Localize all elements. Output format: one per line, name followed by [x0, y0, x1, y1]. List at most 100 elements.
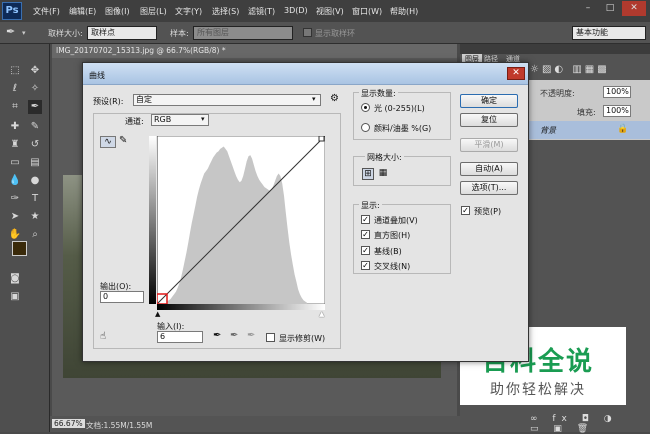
quick-mask-icon[interactable]: ◙ [8, 272, 22, 286]
magic-wand-icon[interactable]: ✧ [28, 82, 42, 96]
adjustment-icons[interactable]: ☼▨◐ ▥▦▩ [530, 64, 650, 80]
zoom-tool-icon[interactable]: ⌕ [28, 228, 42, 242]
close-dialog-button[interactable]: ✕ [507, 67, 525, 80]
dodge-tool-icon[interactable]: ● [28, 174, 42, 188]
intersection-checkbox[interactable]: ✓ [361, 261, 370, 270]
baseline-checkbox[interactable]: ✓ [361, 246, 370, 255]
menu-layer[interactable]: 图层(L) [140, 6, 167, 17]
marquee-tool-icon[interactable]: ⬚ [8, 64, 22, 78]
white-eyedropper-icon[interactable]: ✒ [247, 330, 255, 341]
minimize-button[interactable]: – [578, 1, 598, 16]
channel-overlay-label: 通道叠加(V) [374, 216, 418, 225]
document-info: 文档:1.55M/1.55M [86, 421, 153, 430]
brush-tool-icon[interactable]: ✎ [28, 120, 42, 134]
grid-simple-icon[interactable]: ⊞ [362, 168, 374, 180]
preview-label: 预览(P) [474, 207, 502, 216]
preview-checkbox[interactable]: ✓ [461, 206, 470, 215]
target-adjust-icon[interactable]: ☝ [100, 331, 106, 342]
type-tool-icon[interactable]: T [28, 192, 42, 206]
options-button[interactable]: 选项(T)... [460, 181, 518, 195]
preset-label: 预设(R): [93, 97, 124, 106]
fill-label: 填充: [577, 108, 596, 117]
menu-3d[interactable]: 3D(D) [284, 6, 308, 15]
stamp-tool-icon[interactable]: ♜ [8, 138, 22, 152]
opacity-input[interactable]: 100% [603, 86, 631, 98]
curve-graph[interactable] [157, 136, 325, 304]
menu-view[interactable]: 视图(V) [316, 6, 344, 17]
baseline-label: 基线(B) [374, 247, 402, 256]
reset-button[interactable]: 复位 [460, 113, 518, 127]
hand-tool-icon[interactable]: ✋ [8, 228, 22, 242]
sample-label: 样本: [170, 29, 189, 38]
curve-edit-icon[interactable]: ∿ [100, 136, 116, 148]
auto-button[interactable]: 自动(A) [460, 162, 518, 176]
chevron-down-icon: ▾ [201, 115, 205, 123]
ok-button[interactable]: 确定 [460, 94, 518, 108]
chevron-down-icon[interactable]: ▾ [22, 29, 26, 37]
zoom-level[interactable]: 66.67% [52, 419, 85, 428]
menu-image[interactable]: 图像(I) [105, 6, 130, 17]
gradient-tool-icon[interactable]: ▤ [28, 156, 42, 170]
fill-input[interactable]: 100% [603, 105, 631, 117]
photoshop-logo: Ps [2, 2, 22, 20]
input-input[interactable]: 6 [157, 331, 203, 343]
show-ring-label: 显示取样环 [315, 29, 355, 38]
eyedropper-tool-icon[interactable]: ✒ [28, 100, 42, 114]
show-ring-checkbox[interactable] [303, 28, 312, 37]
move-tool-icon[interactable]: ✥ [28, 64, 42, 78]
crop-tool-icon[interactable]: ⌗ [8, 100, 22, 114]
lasso-tool-icon[interactable]: ℓ [8, 82, 22, 96]
maximize-button[interactable]: □ [600, 1, 620, 16]
foreground-color-swatch[interactable] [12, 241, 27, 256]
screen-mode-icon[interactable]: ▣ [8, 290, 22, 304]
menu-type[interactable]: 文字(Y) [175, 6, 202, 17]
menu-bar: Ps 文件(F) 编辑(E) 图像(I) 图层(L) 文字(Y) 选择(S) 滤… [0, 0, 650, 22]
channel-overlay-checkbox[interactable]: ✓ [361, 215, 370, 224]
grid-size-title: 网格大小: [365, 152, 404, 163]
pigment-radio[interactable] [361, 123, 370, 132]
output-gradient-bar [149, 136, 156, 304]
chevron-down-icon: ▾ [312, 95, 316, 103]
black-eyedropper-icon[interactable]: ✒ [213, 330, 221, 341]
light-radio[interactable] [361, 103, 370, 112]
gray-eyedropper-icon[interactable]: ✒ [230, 330, 238, 341]
pen-tool-icon[interactable]: ✑ [8, 192, 22, 206]
pencil-icon[interactable]: ✎ [119, 135, 127, 146]
display-amount-title: 显示数量: [359, 88, 398, 99]
sample-layers-select[interactable]: 所有图层 [193, 26, 293, 40]
preset-select[interactable]: 自定 [133, 94, 321, 106]
menu-select[interactable]: 选择(S) [212, 6, 239, 17]
show-clipping-label: 显示修剪(W) [279, 334, 326, 343]
menu-window[interactable]: 窗口(W) [352, 6, 382, 17]
eyedropper-icon[interactable]: ✒ [6, 25, 15, 38]
menu-filter[interactable]: 滤镜(T) [248, 6, 275, 17]
input-gradient-bar [157, 304, 325, 310]
workspace-select[interactable]: 基本功能 [572, 26, 646, 40]
document-tab[interactable]: IMG_20170702_15313.jpg @ 66.7%(RGB/8) * [52, 44, 457, 58]
channel-label: 通道: [125, 117, 144, 126]
smooth-button[interactable]: 平滑(M) [460, 138, 518, 152]
blur-tool-icon[interactable]: 💧 [8, 174, 22, 188]
menu-file[interactable]: 文件(F) [33, 6, 60, 17]
histogram-checkbox[interactable]: ✓ [361, 230, 370, 239]
history-brush-icon[interactable]: ↺ [28, 138, 42, 152]
dialog-titlebar[interactable]: 曲线 ✕ [83, 63, 528, 85]
close-app-button[interactable]: ✕ [622, 1, 646, 16]
pigment-label: 颜料/油墨 %(G) [374, 124, 432, 133]
show-clipping-checkbox[interactable] [266, 333, 275, 342]
eraser-tool-icon[interactable]: ▭ [8, 156, 22, 170]
layer-footer-icons[interactable]: ∞ fx ◘ ◑ ▭ ▣ 🗑 [530, 414, 640, 434]
black-point-slider[interactable]: ▲ [155, 310, 160, 318]
menu-help[interactable]: 帮助(H) [390, 6, 418, 17]
path-select-icon[interactable]: ➤ [8, 210, 22, 224]
white-point-slider[interactable]: ▲ [319, 310, 324, 318]
menu-edit[interactable]: 编辑(E) [69, 6, 96, 17]
dialog-title: 曲线 [89, 71, 105, 80]
healing-brush-icon[interactable]: ✚ [8, 120, 22, 134]
grid-detailed-icon[interactable]: ▦ [377, 168, 389, 180]
shape-tool-icon[interactable]: ★ [28, 210, 42, 224]
output-input[interactable]: 0 [100, 291, 144, 303]
sample-size-select[interactable]: 取样点 [87, 26, 157, 40]
gear-icon[interactable]: ⚙ [330, 93, 339, 104]
sample-size-label: 取样大小: [48, 29, 83, 38]
